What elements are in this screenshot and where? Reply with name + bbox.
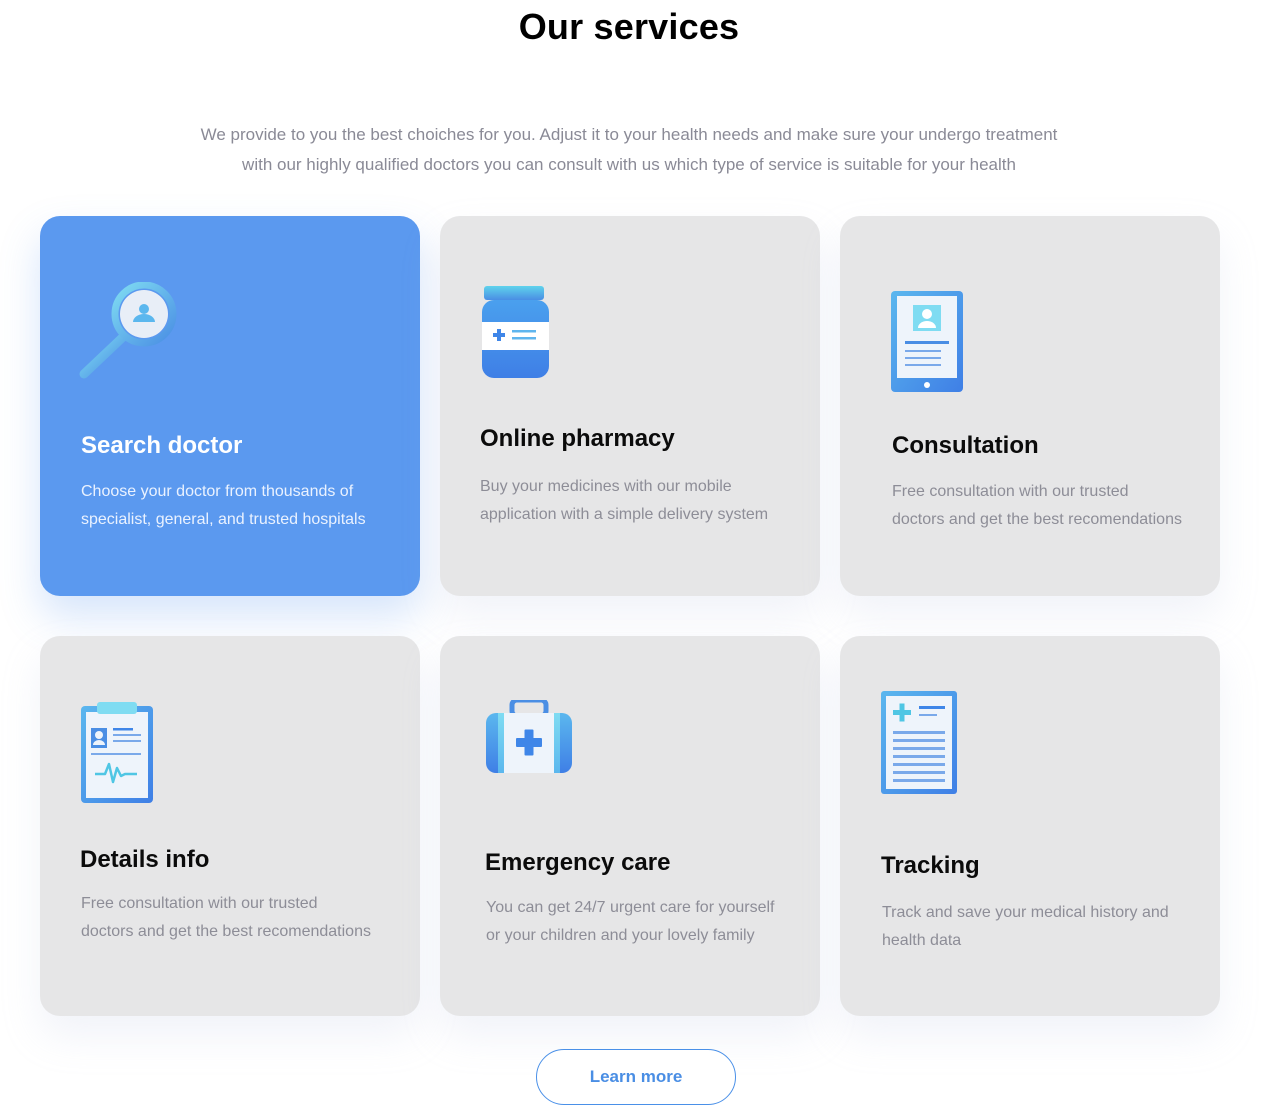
service-title: Details info: [80, 846, 210, 873]
service-description: You can get 24/7 urgent care for yoursel…: [486, 899, 775, 944]
service-description: Free consultation with our trusted docto…: [81, 895, 371, 940]
medical-document-icon: [881, 691, 957, 800]
service-title: Tracking: [881, 852, 980, 879]
service-card-search-doctor[interactable]: Search doctor Choose your doctor from th…: [40, 216, 420, 596]
first-aid-kit-icon: [486, 697, 572, 779]
service-title: Search doctor: [81, 432, 243, 459]
learn-more-button[interactable]: Learn more: [536, 1049, 736, 1105]
medicine-bottle-icon: [480, 286, 552, 385]
tablet-profile-icon: [891, 291, 963, 398]
service-card-details-info[interactable]: Details info Free consultation with our …: [40, 636, 420, 1016]
magnifier-doctor-icon: [78, 281, 178, 387]
service-card-emergency-care[interactable]: Emergency care You can get 24/7 urgent c…: [440, 636, 820, 1016]
service-card-consultation[interactable]: Consultation Free consultation with our …: [840, 216, 1220, 596]
service-title: Online pharmacy: [480, 425, 675, 452]
service-card-online-pharmacy[interactable]: Online pharmacy Buy your medicines with …: [440, 216, 820, 596]
service-description: Free consultation with our trusted docto…: [892, 483, 1182, 528]
service-description: Track and save your medical history and …: [882, 904, 1169, 949]
services-grid: Search doctor Choose your doctor from th…: [0, 0, 1280, 1106]
service-title: Emergency care: [485, 849, 671, 876]
service-description: Buy your medicines with our mobile appli…: [480, 478, 769, 523]
clipboard-heartbeat-icon: [81, 702, 153, 809]
service-title: Consultation: [892, 432, 1039, 459]
service-card-tracking[interactable]: Tracking Track and save your medical his…: [840, 636, 1220, 1016]
service-description: Choose your doctor from thousands of spe…: [81, 483, 366, 528]
